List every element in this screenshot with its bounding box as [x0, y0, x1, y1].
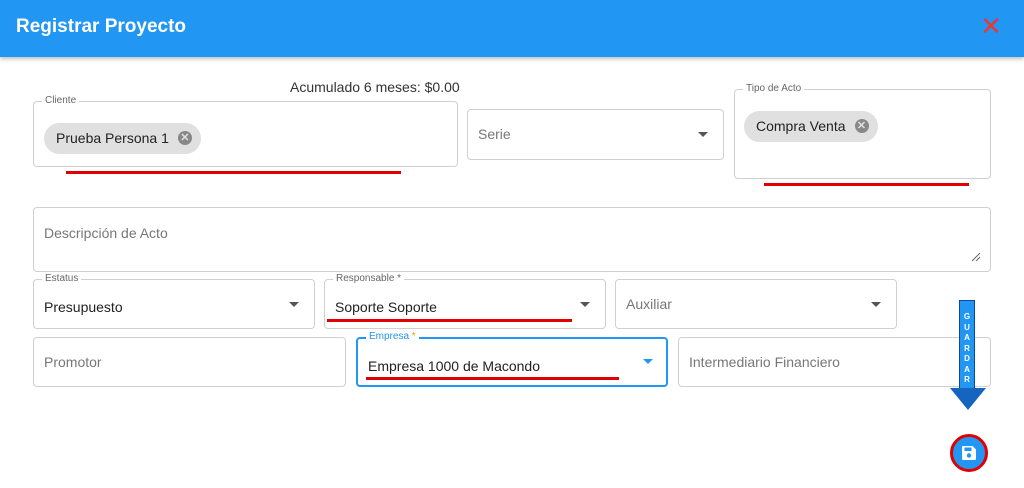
remove-chip-icon[interactable]: ✕ [854, 119, 869, 133]
arrow-letter: A [964, 364, 970, 374]
chevron-down-icon [698, 132, 708, 137]
empresa-value: Empresa 1000 de Macondo [368, 358, 540, 374]
estatus-select[interactable]: Estatus Presupuesto [33, 273, 315, 329]
chevron-down-icon [289, 302, 299, 307]
tipo-acto-label: Tipo de Acto [743, 83, 805, 95]
serie-select[interactable]: Serie [467, 109, 724, 160]
dialog-title: Registrar Proyecto [16, 16, 187, 37]
descripcion-textarea[interactable]: Descripción de Acto [33, 207, 991, 272]
promotor-placeholder: Promotor [44, 354, 102, 370]
empresa-label: Empresa * [366, 331, 419, 343]
resize-handle-icon[interactable] [972, 253, 980, 261]
remove-chip-icon[interactable]: ✕ [177, 131, 192, 145]
arrow-text: GUARDAR [959, 312, 975, 386]
accumulated-total: Acumulado 6 meses: $0.00 [290, 79, 460, 95]
responsable-label: Responsable * [333, 273, 405, 285]
chevron-down-icon [643, 359, 653, 364]
intermediario-input[interactable]: Intermediario Financiero [678, 337, 991, 387]
responsable-value: Soporte Soporte [335, 299, 437, 315]
promotor-input[interactable]: Promotor [33, 337, 346, 387]
arrow-letter: A [964, 333, 970, 342]
arrow-letter: D [964, 354, 970, 363]
estatus-label: Estatus [42, 273, 82, 285]
arrow-letter: G [963, 312, 971, 321]
tipo-acto-chip-label: Compra Venta [756, 118, 846, 134]
tipo-acto-chip[interactable]: Compra Venta ✕ [744, 111, 878, 142]
guardar-arrow-annotation: GUARDAR [950, 300, 986, 412]
arrow-letter: R [964, 343, 970, 353]
save-button[interactable] [950, 434, 988, 472]
auxiliar-select[interactable]: Auxiliar [615, 279, 897, 329]
highlight-underline-empresa [366, 377, 619, 380]
cliente-chip[interactable]: Prueba Persona 1 ✕ [44, 123, 201, 154]
arrow-letter: R [964, 375, 970, 384]
floppy-disk-icon [962, 446, 976, 460]
close-icon[interactable]: ✕ [980, 13, 1002, 39]
dialog-header: Registrar Proyecto ✕ [0, 0, 1024, 57]
tipo-acto-field[interactable]: Tipo de Acto Compra Venta ✕ [734, 83, 991, 179]
estatus-value: Presupuesto [44, 299, 123, 315]
highlight-underline-cliente [66, 171, 401, 174]
chevron-down-icon [871, 302, 881, 307]
serie-placeholder: Serie [478, 126, 511, 142]
highlight-underline-responsable [327, 319, 572, 322]
cliente-label: Cliente [42, 95, 80, 107]
cliente-chip-label: Prueba Persona 1 [56, 130, 169, 146]
highlight-underline-tipo-acto [764, 183, 969, 186]
auxiliar-placeholder: Auxiliar [626, 296, 672, 312]
descripcion-placeholder: Descripción de Acto [44, 225, 168, 241]
cliente-field[interactable]: Cliente Prueba Persona 1 ✕ [33, 95, 458, 167]
arrow-letter: U [964, 322, 970, 332]
chevron-down-icon [580, 302, 590, 307]
arrow-down-icon [950, 388, 986, 410]
intermediario-placeholder: Intermediario Financiero [689, 354, 840, 370]
